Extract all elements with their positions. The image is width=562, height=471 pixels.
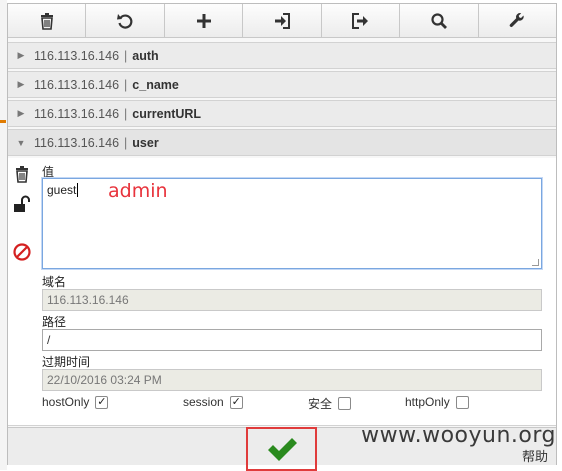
- export-icon: [352, 12, 369, 29]
- collapse-arrow-icon[interactable]: ▼: [8, 138, 34, 148]
- trash-icon: [16, 166, 28, 183]
- cookie-name: c_name: [132, 77, 179, 92]
- block-icon: [13, 243, 31, 261]
- plus-icon: [196, 13, 211, 28]
- block-cookie-button[interactable]: [12, 242, 32, 262]
- hostonly-checkbox[interactable]: ✓: [95, 395, 109, 409]
- background-page-strip: [0, 0, 7, 470]
- cookie-host: 116.113.16.146: [34, 135, 120, 150]
- cookie-editor-panel: ▶ 116.113.16.146 | auth ▶ 116.113.16.146…: [7, 3, 557, 471]
- domain-label: 域名: [42, 275, 67, 289]
- delete-all-button[interactable]: [8, 4, 87, 37]
- delete-cookie-button[interactable]: [12, 164, 32, 184]
- cookie-row-c-name[interactable]: ▶ 116.113.16.146 | c_name: [8, 71, 556, 98]
- path-label: 路径: [42, 315, 67, 329]
- cookie-host: 116.113.16.146: [34, 48, 120, 63]
- trash-icon: [40, 12, 53, 30]
- value-text: guest: [47, 183, 77, 197]
- cookie-editor-form: 值 guest admin 域名 116.113.16.146 路径 / 过期时…: [8, 158, 556, 426]
- import-icon: [274, 12, 290, 29]
- path-field[interactable]: /: [42, 329, 542, 351]
- import-button[interactable]: [243, 4, 322, 37]
- domain-field[interactable]: 116.113.16.146: [42, 289, 542, 311]
- expand-arrow-icon[interactable]: ▶: [8, 79, 34, 90]
- expand-arrow-icon[interactable]: ▶: [8, 108, 34, 119]
- httponly-flag: httpOnly: [405, 395, 469, 409]
- cookie-row-currenturl[interactable]: ▶ 116.113.16.146 | currentURL: [8, 100, 556, 127]
- help-link[interactable]: 帮助: [522, 446, 548, 465]
- secure-flag: 安全: [308, 395, 352, 412]
- expires-field[interactable]: 22/10/2016 03:24 PM: [42, 369, 542, 391]
- httponly-label: httpOnly: [405, 395, 450, 409]
- cookie-name: user: [132, 135, 159, 150]
- search-button[interactable]: [400, 4, 479, 37]
- add-cookie-button[interactable]: [165, 4, 244, 37]
- admin-annotation: admin: [108, 180, 168, 202]
- wrench-icon: [509, 12, 524, 27]
- expand-arrow-icon[interactable]: ▶: [8, 50, 34, 61]
- separator: |: [124, 106, 128, 121]
- separator: |: [124, 135, 128, 150]
- cookie-host: 116.113.16.146: [34, 106, 120, 121]
- expires-label: 过期时间: [42, 355, 91, 369]
- search-icon: [431, 12, 447, 29]
- resize-handle[interactable]: [532, 259, 539, 266]
- export-button[interactable]: [322, 4, 401, 37]
- secure-label: 安全: [308, 397, 333, 411]
- httponly-checkbox[interactable]: [455, 395, 469, 409]
- session-flag: session ✓: [183, 395, 243, 409]
- cookie-row-user[interactable]: ▼ 116.113.16.146 | user: [8, 129, 556, 156]
- save-button[interactable]: [246, 427, 317, 471]
- reset-button[interactable]: [86, 4, 165, 37]
- cookie-name: auth: [132, 48, 159, 63]
- hostonly-flag: hostOnly ✓: [42, 395, 109, 409]
- checkmark-icon: [267, 438, 297, 461]
- cookie-row-auth[interactable]: ▶ 116.113.16.146 | auth: [8, 42, 556, 69]
- cookie-name: currentURL: [132, 106, 202, 121]
- hostonly-label: hostOnly: [42, 395, 90, 409]
- separator: |: [124, 48, 128, 63]
- cookie-host: 116.113.16.146: [34, 77, 120, 92]
- session-label: session: [183, 395, 224, 409]
- watermark-text: www.wooyun.org: [361, 423, 556, 448]
- separator: |: [124, 77, 128, 92]
- cookie-flags: hostOnly ✓ session ✓ 安全 httpOnly: [42, 395, 552, 413]
- text-cursor: [77, 183, 79, 197]
- session-checkbox[interactable]: ✓: [229, 395, 243, 409]
- unlock-icon: [14, 195, 30, 212]
- toolbar: [8, 4, 556, 38]
- options-button[interactable]: [479, 4, 556, 37]
- secure-checkbox[interactable]: [338, 397, 352, 410]
- background-mark: [0, 120, 6, 123]
- undo-icon: [117, 13, 133, 29]
- protect-cookie-button[interactable]: [12, 194, 32, 214]
